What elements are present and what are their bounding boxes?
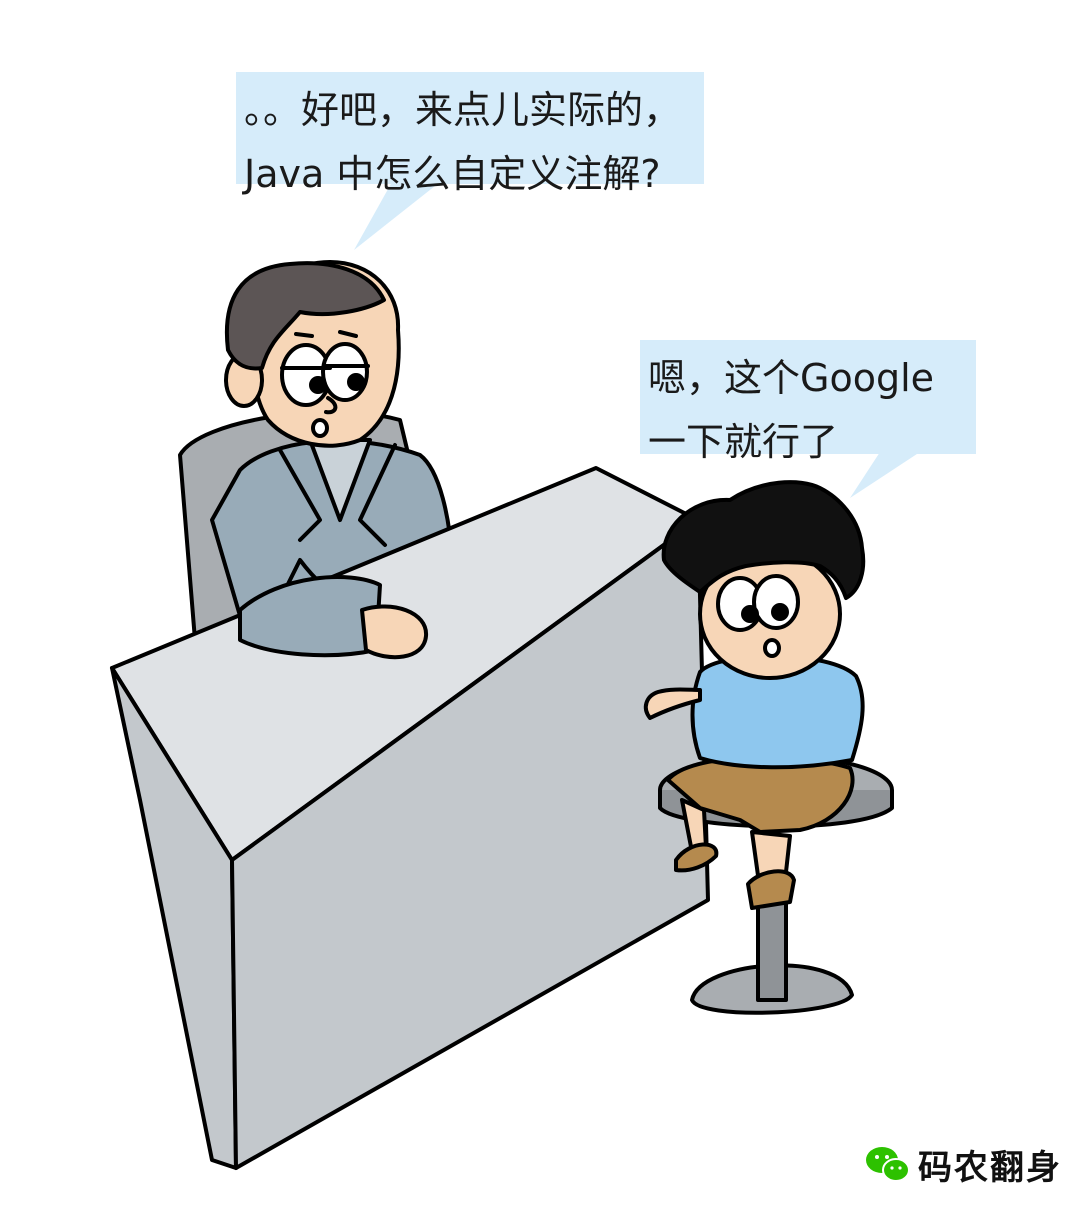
brand-name: 码农翻身 xyxy=(918,1148,1062,1188)
candidate-speech-line-2: 一下就行了 xyxy=(648,420,839,464)
interviewer-speech-bubble: 。。好吧，来点儿实际的， Java 中怎么自定义注解? xyxy=(236,72,704,196)
candidate-speech-line-1: 嗯，这个Google xyxy=(648,356,935,400)
interviewer-speech-line-1: 。。好吧，来点儿实际的， xyxy=(244,88,682,132)
brand-watermark: 码农翻身 xyxy=(866,1140,1062,1189)
brand-icon-spacer xyxy=(866,1146,910,1184)
interviewer-speech-line-2: Java 中怎么自定义注解? xyxy=(244,152,661,196)
candidate-speech-bubble: 嗯，这个Google 一下就行了 xyxy=(640,340,976,464)
